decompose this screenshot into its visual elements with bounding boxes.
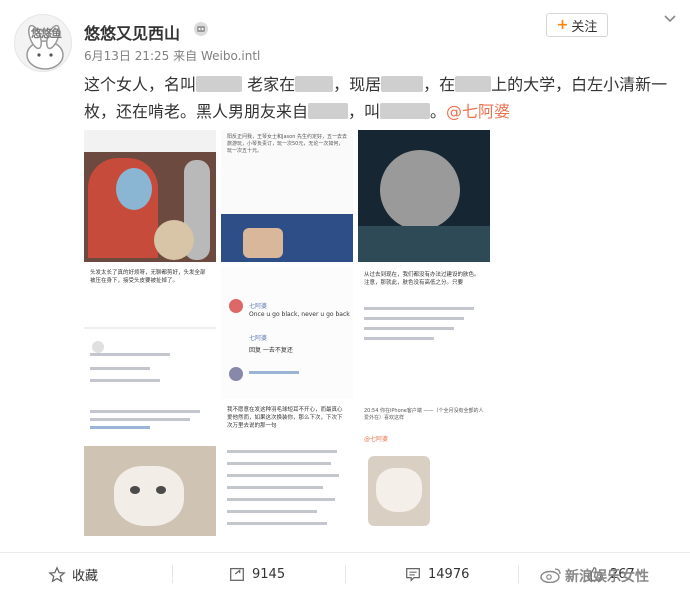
divider [518,565,519,583]
post-source: 来自 Weibo.intl [173,49,261,63]
username[interactable]: 悠悠又见西山 [84,20,180,44]
divider [84,327,216,329]
redaction-blur [380,103,431,119]
text-part: ，叫 [348,102,381,121]
text-line [90,410,200,413]
rabbit-avatar-icon [26,24,64,70]
repost-button[interactable]: 9145 [228,565,285,583]
text-line [227,498,335,501]
grid-image-9[interactable]: 20:54 你在iPhone客户端 ——（个全月没有全部的人爱外在）喜欢这样 @… [358,404,490,536]
grid-image-4[interactable]: 头发太长了真的好烦呀，无聊都剪好，头发全部被压在身下，接受头皮要被扯掉了。 [84,267,216,399]
text-part: 这个女人，名叫 [84,75,197,94]
text-line [227,450,337,453]
cat-eye [156,486,166,494]
chevron-down-icon[interactable] [663,14,677,24]
redaction-blur [196,76,243,92]
text-line [90,426,150,429]
grid-image-8[interactable]: 我不愿意在发这种羽毛球短耳不开心，而最真心爱他然而，如果这次换装你，那么下次，下… [221,404,353,536]
text-line [90,418,190,421]
redaction-blur [381,76,424,92]
text-line [227,462,331,465]
post-text: 头发太长了真的好烦呀，无聊都剪好，头发全部被压在身下，接受头皮要被扯掉了。 [90,270,206,284]
comment-text: Once u go black, never u go back [249,311,350,318]
grid-image-7[interactable] [84,404,216,536]
follow-label: 关注 [571,19,598,35]
comment-user: 七阿婆 [249,335,268,342]
plus-icon: + [556,17,569,33]
cat-face [114,466,184,526]
hand [243,228,283,258]
text-line [227,474,339,477]
follow-button[interactable]: + 关注 [546,13,608,37]
text-line [249,371,299,374]
text-part: 。 [430,102,447,121]
post-text: 我不愿意在发这种羽毛球短耳不开心，而最真心爱他然而，如果这次换装你，那么下次，下… [227,407,343,429]
post-meta: 6月13日 21:25 来自 Weibo.intl [84,47,260,64]
grid-image-2[interactable]: 阳反正问我，王琴女士和Jason 先生约定好，五一去去旅游玩，小琴负责订，玩一次… [221,130,353,262]
redaction-blur [455,76,492,92]
text-line [227,486,323,489]
face-blur [380,150,460,230]
text-part: ，在 [423,75,456,94]
text-line [90,367,150,370]
comment-count: 14976 [428,566,470,582]
watermark: 新浪娱乐女性 [540,566,649,586]
face-blur [116,168,152,210]
hand [154,220,194,260]
favorite-label: 收藏 [72,569,99,584]
repost-icon [230,567,244,581]
text-line [227,522,327,525]
avatar [229,299,243,313]
post-date[interactable]: 6月13日 21:25 [84,49,169,63]
grid-image-5[interactable]: 七阿婆 Once u go black, never u go back 七阿婆… [221,267,353,399]
cat-eye [130,486,140,494]
comment-text: 回复 一去不复还 [249,347,293,354]
repost-count: 9145 [252,566,286,582]
divider [345,565,346,583]
avatar[interactable]: 悠悠鱼 [14,14,72,72]
redaction-blur [295,76,334,92]
photo-area [221,214,353,262]
text-part: 老家在 [247,75,296,94]
photo-area [358,226,490,262]
favorite-button[interactable]: 收藏 [48,565,98,584]
comment-button[interactable]: 14976 [404,565,469,583]
avatar [92,341,104,353]
grid-image-1[interactable] [84,130,216,262]
redaction-blur [308,103,349,119]
post-text: 20:54 你在iPhone客户端 ——（个全月没有全部的人爱外在）喜欢这样 [364,408,484,421]
comment-icon [406,567,420,582]
comment-user: 七阿婆 [249,303,268,310]
text-line [364,307,474,310]
divider [172,565,173,583]
watermark-text: 新浪娱乐女性 [565,569,649,585]
post-text: 从过去到现在，我们都没有办法过建设的肤色。注意，那就此，肤色没有高低之分。只要 [364,272,480,286]
grid-image-3[interactable] [358,130,490,262]
text-part: ，现居 [333,75,382,94]
text-line [364,327,454,330]
star-icon [48,565,66,583]
phone-statusbar [84,130,216,152]
grid-image-6[interactable]: 从过去到现在，我们都没有办法过建设的肤色。注意，那就此，肤色没有高低之分。只要 [358,267,490,399]
post-text: 这个女人，名叫 老家在 ，现居 ，在 上的大学，白左小清新一枚，还在啃老。黑人男朋友来… [84,71,676,125]
image-grid: 阳反正问我，王琴女士和Jason 先生约定好，五一去去旅游玩，小琴负责订，玩一次… [84,130,492,538]
chat-text: 阳反正问我，王琴女士和Jason 先生约定好，五一去去旅游玩，小琴负责订，玩一次… [227,134,347,154]
avatar [229,367,243,381]
weibo-logo-icon [540,568,561,584]
mention-link[interactable]: @七阿婆 [446,102,510,121]
text-line [364,317,464,320]
cat-face [376,468,422,512]
avatar-text: 悠悠鱼 [31,27,62,40]
mention-link: @七阿婆 [364,436,389,443]
text-line [90,379,160,382]
robot-badge-icon [194,22,208,36]
text-line [90,353,170,356]
text-line [227,510,317,513]
text-line [364,337,434,340]
